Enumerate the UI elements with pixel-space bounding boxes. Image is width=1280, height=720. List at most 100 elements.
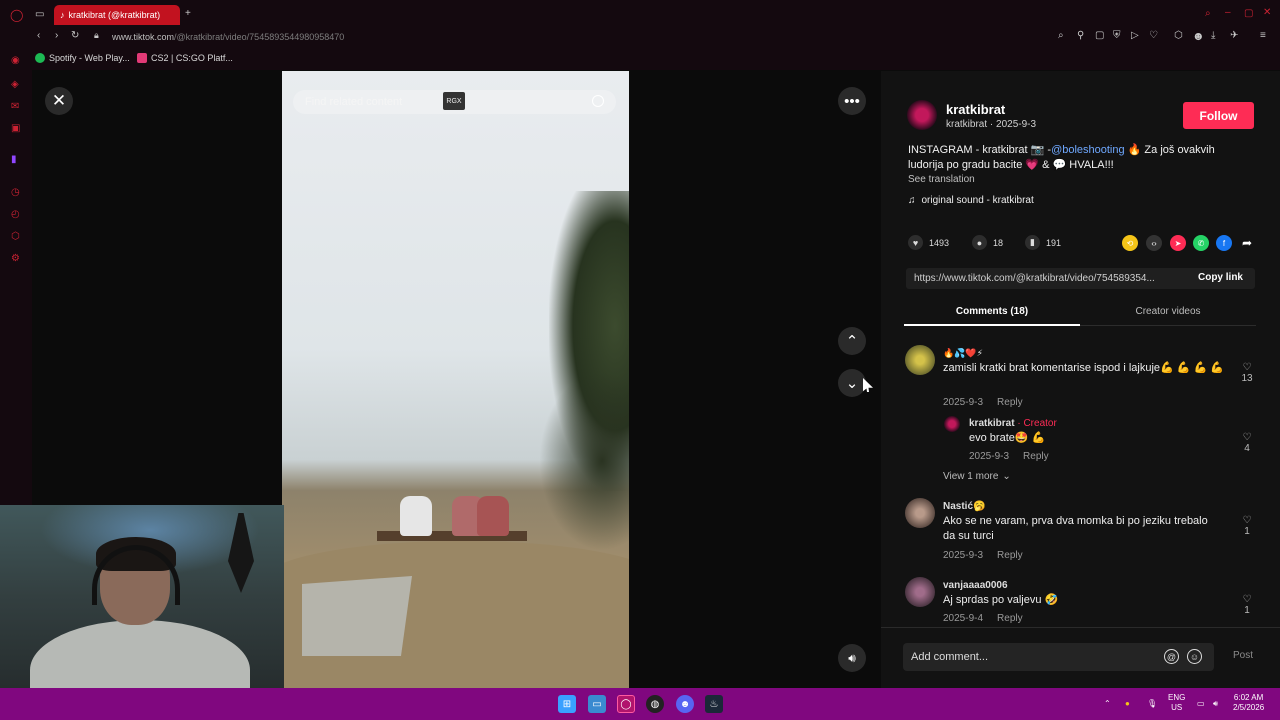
share-icon[interactable]: ➦ <box>1239 235 1255 251</box>
link-text: https://www.tiktok.com/@kratkibrat/video… <box>914 273 1155 284</box>
sidebar-crypto-icon[interactable]: ◈ <box>11 80 19 90</box>
copy-link-button[interactable]: Copy link <box>1198 272 1243 283</box>
more-icon[interactable]: ••• <box>838 87 866 115</box>
microphone-icon[interactable]: 🎙︎ <box>1147 699 1157 709</box>
sidebar-extensions-icon[interactable]: ⬡ <box>11 232 20 242</box>
volume-icon[interactable]: 🔊︎ <box>838 644 866 672</box>
shield-icon[interactable]: ⛨ <box>1113 31 1121 41</box>
menu-icon[interactable]: ≡ <box>1260 31 1266 41</box>
url-host: www.tiktok.com <box>112 32 175 42</box>
see-translation-link[interactable]: See translation <box>908 174 975 185</box>
comment-stat[interactable]: ● 18 <box>972 235 1003 250</box>
snapshot-icon[interactable]: ▢ <box>1095 31 1104 41</box>
window-close-icon[interactable]: ✕ <box>1263 8 1271 18</box>
emoji-icon[interactable]: ☺ <box>1187 649 1202 664</box>
repost-icon[interactable]: ⟲ <box>1122 235 1138 251</box>
sidebar-settings-icon[interactable]: ⚙ <box>11 254 20 264</box>
video-player[interactable] <box>282 71 629 688</box>
search-tabs-icon[interactable]: ⌕ <box>1205 9 1211 19</box>
sidebar-messenger-icon[interactable]: ✉ <box>11 102 19 112</box>
volume-tray-icon[interactable]: 🔊︎ <box>1213 699 1218 709</box>
comment-like[interactable]: ♡ 13 <box>1238 362 1256 384</box>
mention-icon[interactable]: @ <box>1164 649 1179 664</box>
embed-icon[interactable]: ‹› <box>1146 235 1162 251</box>
url-field[interactable]: www.tiktok.com/@kratkibrat/video/7545893… <box>112 32 344 42</box>
reload-icon[interactable]: ↻ <box>71 31 79 41</box>
reply-author-name: kratkibrat <box>969 418 1015 429</box>
sidebar-aria-icon[interactable]: ◉ <box>11 56 20 66</box>
author-name[interactable]: kratkibrat <box>946 102 1005 117</box>
avatar[interactable] <box>905 345 935 375</box>
video-search-input[interactable]: Find related content RGX <box>293 90 616 114</box>
comment-input[interactable]: Add comment... @ ☺ <box>903 643 1214 671</box>
comment-date: 2025-9-3 <box>943 550 984 561</box>
obs-icon[interactable]: ◍ <box>646 695 664 713</box>
minimize-icon[interactable]: – <box>1225 8 1231 18</box>
avatar[interactable] <box>905 498 935 528</box>
pin-icon[interactable]: ⚲ <box>1077 31 1084 41</box>
bookmark-cs2[interactable]: CS2 | CS:GO Platf... <box>137 53 233 63</box>
search-icon[interactable] <box>592 95 604 107</box>
reply-button[interactable]: Reply <box>997 550 1023 561</box>
download-icon[interactable]: ⤓ <box>1211 31 1215 41</box>
chevron-up-icon[interactable]: ⌃ <box>838 327 866 355</box>
forward-icon[interactable]: › <box>55 31 58 41</box>
save-stat[interactable]: ▮ 191 <box>1025 235 1061 250</box>
tray-chevron-icon[interactable]: ⌃ <box>1104 699 1111 709</box>
tray-app-icon[interactable]: ● <box>1125 699 1130 709</box>
comment-author[interactable]: Nastić🥱 <box>943 501 985 512</box>
reply-button[interactable]: Reply <box>997 397 1023 408</box>
discord-icon[interactable]: ☻ <box>676 695 694 713</box>
view-more-link[interactable]: View 1 more ⌄ <box>943 471 1011 482</box>
play-icon[interactable]: ▷ <box>1131 31 1139 41</box>
facebook-icon[interactable]: f <box>1216 235 1232 251</box>
opera-logo-icon[interactable]: ◯ <box>10 9 23 21</box>
extensions-icon[interactable]: ⬡ <box>1174 31 1183 41</box>
heart-outline-icon[interactable]: ♡ <box>1149 31 1158 41</box>
tab-overview-icon[interactable]: ▭ <box>35 10 44 20</box>
zoom-icon[interactable]: ⌕ <box>1058 31 1064 41</box>
browser-tab[interactable]: ♪ kratkibrat (@kratkibrat) <box>54 5 180 25</box>
person-graphic <box>477 496 509 536</box>
post-link-field[interactable]: https://www.tiktok.com/@kratkibrat/video… <box>906 268 1255 289</box>
desktop-icon[interactable]: ▭ <box>588 695 606 713</box>
whatsapp-icon[interactable]: ✆ <box>1193 235 1209 251</box>
author-avatar[interactable] <box>907 100 937 130</box>
chevron-down-icon[interactable]: ⌄ <box>838 369 866 397</box>
reply-author[interactable]: kratkibrat · Creator <box>969 418 1057 429</box>
reply-button[interactable]: Reply <box>1023 451 1049 462</box>
profile-icon[interactable]: ☻ <box>1192 30 1205 42</box>
sidebar-instagram-icon[interactable]: ▣ <box>11 124 20 134</box>
opera-gx-icon[interactable]: ◯ <box>617 695 635 713</box>
bookmark-spotify[interactable]: Spotify - Web Play... <box>35 53 130 63</box>
sidebar-history-icon[interactable]: ◷ <box>11 188 20 198</box>
post-button[interactable]: Post <box>1233 650 1253 661</box>
send-icon[interactable]: ➤ <box>1170 235 1186 251</box>
avatar[interactable] <box>944 416 960 432</box>
reply-button[interactable]: Reply <box>997 613 1023 624</box>
sound-link[interactable]: ♫ original sound - kratkibrat <box>908 195 1034 206</box>
comment-like[interactable]: ♡ 1 <box>1238 594 1256 616</box>
steam-icon[interactable]: ♨ <box>705 695 723 713</box>
follow-button[interactable]: Follow <box>1183 102 1254 129</box>
tab-creator-videos[interactable]: Creator videos <box>1080 302 1256 326</box>
clock[interactable]: 6:02 AM 2/5/2026 <box>1233 693 1264 713</box>
tab-comments[interactable]: Comments (18) <box>904 302 1080 326</box>
network-icon[interactable]: ▭ <box>1197 699 1205 709</box>
close-icon[interactable]: ✕ <box>45 87 73 115</box>
maximize-icon[interactable]: ▢ <box>1244 9 1253 19</box>
like-stat[interactable]: ♥ 1493 <box>908 235 949 250</box>
avatar[interactable] <box>905 577 935 607</box>
tab-title: kratkibrat (@kratkibrat) <box>68 10 161 20</box>
new-tab-icon[interactable]: + <box>185 9 191 19</box>
ai-icon[interactable]: ✈ <box>1230 31 1238 41</box>
mention-link[interactable]: @boleshooting <box>1051 144 1125 156</box>
reply-like[interactable]: ♡ 4 <box>1238 432 1256 454</box>
sidebar-clock-icon[interactable]: ◴ <box>11 210 20 220</box>
sidebar-twitch-icon[interactable]: ▮ <box>11 155 17 165</box>
comment-author[interactable]: vanjaaaa0006 <box>943 580 1008 591</box>
back-icon[interactable]: ‹ <box>37 31 40 41</box>
language-indicator[interactable]: ENG US <box>1168 693 1185 713</box>
comment-like[interactable]: ♡ 1 <box>1238 515 1256 537</box>
windows-start-icon[interactable]: ⊞ <box>558 695 576 713</box>
